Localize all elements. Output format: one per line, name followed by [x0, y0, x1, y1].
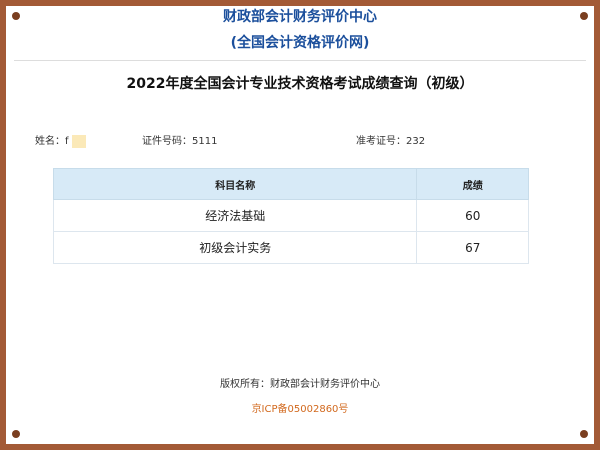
subject-cell: 经济法基础	[52, 199, 418, 232]
name-redaction-mask	[71, 134, 86, 148]
frame-corner-dot	[580, 430, 588, 438]
score-cell: 60	[416, 199, 529, 232]
exam-number-label: 准考证号：	[356, 136, 406, 147]
frame-corner-dot	[12, 430, 20, 438]
page-title: 2022年度全国会计专业技术资格考试成绩查询（初级）	[126, 76, 474, 92]
candidate-id-label: 证件号码：	[142, 136, 192, 147]
table-row: 初级会计实务 67	[52, 231, 529, 264]
candidate-name-label: 姓名：	[35, 136, 65, 147]
subject-cell: 初级会计实务	[52, 231, 418, 264]
candidate-name: 姓名：f	[35, 132, 86, 148]
score-table: 科目名称 成绩 经济法基础 60 初级会计实务 67	[52, 168, 529, 264]
table-row: 经济法基础 60	[52, 199, 529, 232]
candidate-id-value: 5111	[192, 136, 218, 147]
score-cell: 67	[416, 231, 529, 264]
candidate-exam-number: 准考证号：232	[356, 132, 425, 147]
table-header-row: 科目名称 成绩	[52, 168, 529, 200]
site-name-heading: (全国会计资格评价网)	[230, 35, 370, 51]
candidate-id: 证件号码：5111	[142, 132, 217, 147]
column-header-score: 成绩	[416, 168, 529, 200]
candidate-name-value: f	[65, 136, 69, 147]
column-header-subject: 科目名称	[52, 168, 418, 200]
footer-icp-link[interactable]: 京ICP备05002860号	[0, 400, 600, 415]
header-divider	[14, 60, 586, 61]
exam-number-value: 232	[406, 136, 426, 147]
footer-copyright: 版权所有：财政部会计财务评价中心	[220, 379, 380, 390]
org-name-heading: 财政部会计财务评价中心	[223, 9, 377, 25]
